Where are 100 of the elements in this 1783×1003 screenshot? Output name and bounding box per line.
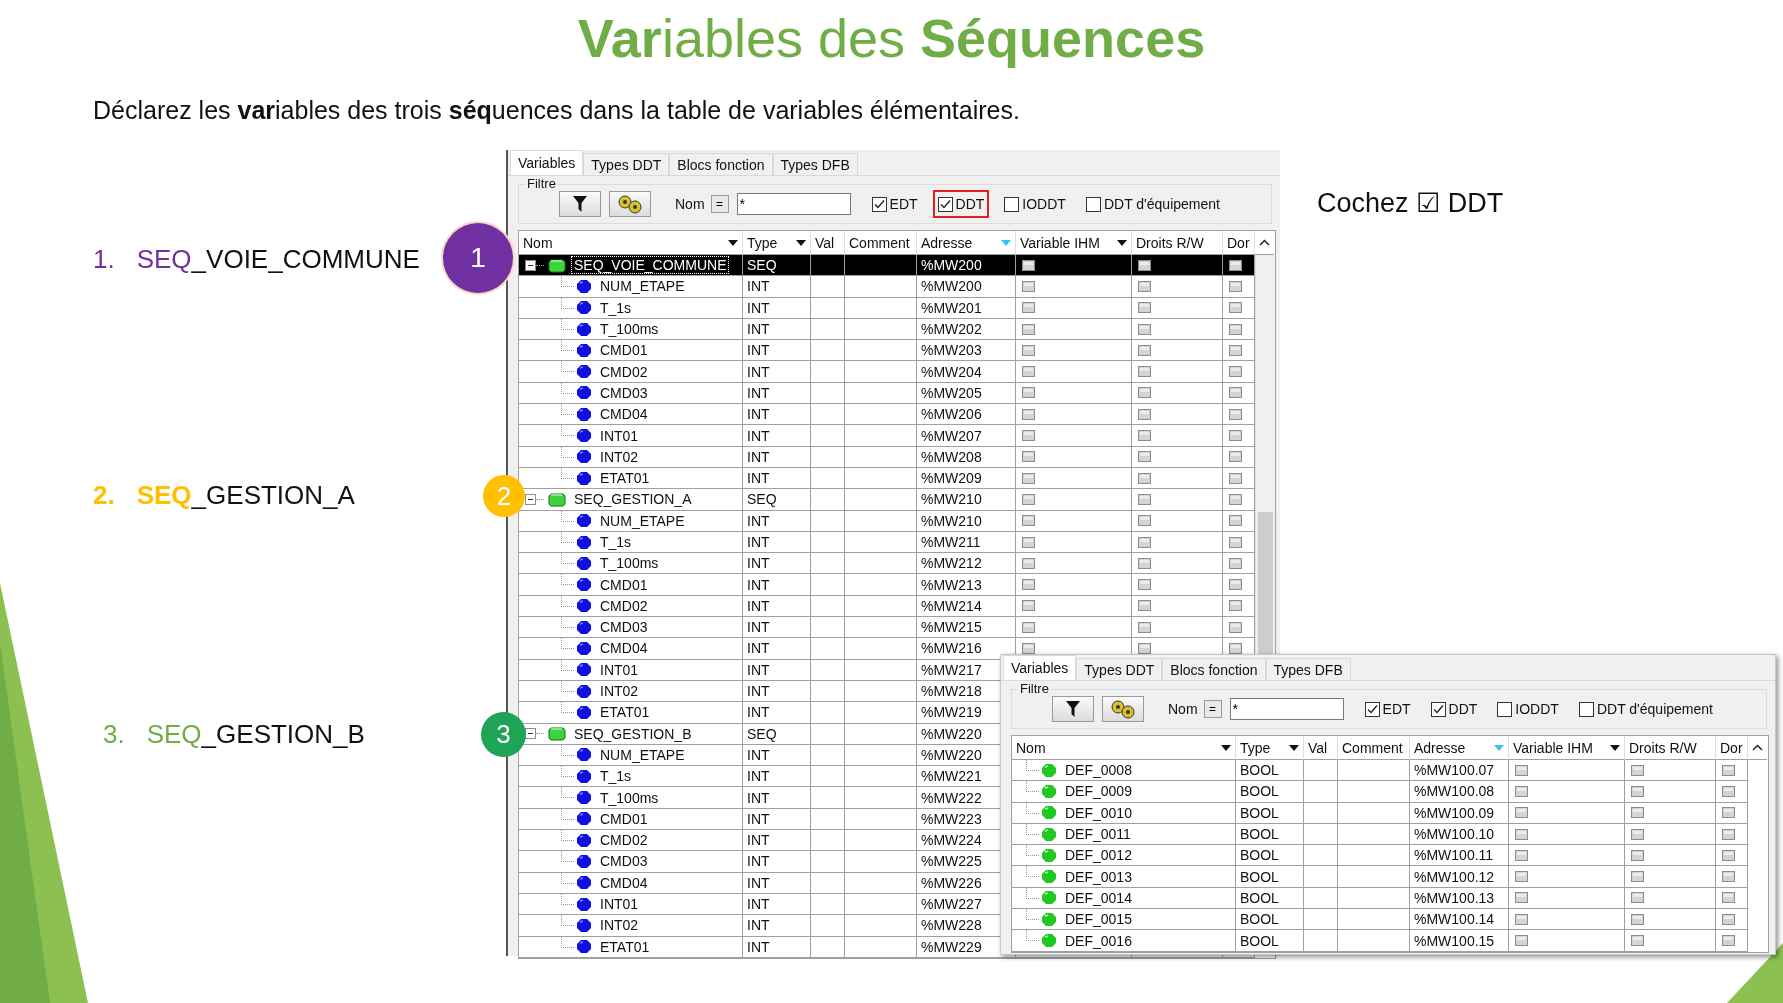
- table-cell: %MW200: [917, 276, 1016, 298]
- table-cell: INT: [743, 361, 811, 383]
- tab[interactable]: Types DDT: [583, 153, 670, 175]
- tab[interactable]: Types DFB: [772, 153, 858, 175]
- table-cell: INT: [743, 318, 811, 341]
- table-cell-text: T_1s: [599, 534, 633, 550]
- checkbox-icon: [1138, 557, 1151, 569]
- operator-button[interactable]: =: [1203, 700, 1222, 718]
- gears-button[interactable]: [609, 191, 651, 217]
- field-label: Nom: [1168, 701, 1198, 717]
- checkbox-icon: [1229, 600, 1242, 612]
- checkbox-icon: [1022, 366, 1035, 378]
- table-cell-text: DEF_0011: [1064, 826, 1132, 843]
- table-cell-text: ETAT01: [599, 470, 651, 487]
- checkbox-icon: [1631, 849, 1644, 861]
- column-header[interactable]: Comment: [1338, 736, 1410, 760]
- table-cell-text: CMD04: [599, 406, 649, 423]
- checkbox-icon: [1722, 892, 1735, 904]
- checkbox-icon: [1138, 493, 1151, 505]
- table-cell: INT: [743, 276, 811, 298]
- checkbox-icon: [1631, 892, 1644, 904]
- folder-icon: [548, 491, 566, 507]
- collapse-icon[interactable]: [525, 493, 536, 505]
- table-cell-text: CMD02: [599, 363, 649, 380]
- table-cell: BOOL: [1236, 930, 1304, 952]
- gears-button[interactable]: [1102, 696, 1144, 722]
- filter-button[interactable]: [559, 191, 601, 217]
- empty-cell: [1304, 866, 1338, 888]
- table-cell: SEQ_VOIE_COMMUNE: [572, 257, 729, 274]
- checkbox-icon: [1515, 764, 1528, 776]
- column-header[interactable]: Type: [1236, 736, 1304, 760]
- table-cell-text: T_1s: [599, 768, 633, 785]
- empty-cell: [811, 638, 845, 660]
- checkbox-icon: [1138, 408, 1151, 420]
- name-filter-field[interactable]: *: [1229, 698, 1344, 720]
- checkbox[interactable]: [1364, 701, 1380, 717]
- empty-cell: [811, 787, 845, 809]
- table-cell-text: SEQ_GESTION_B: [573, 725, 693, 742]
- tab[interactable]: Blocs fonction: [669, 153, 773, 175]
- table-cell: SEQ: [743, 723, 811, 745]
- checkbox[interactable]: [1578, 701, 1594, 717]
- table-cell: %MW201: [917, 297, 1016, 319]
- table-cell-text: DEF_0013: [1064, 868, 1133, 885]
- table-cell: INT: [743, 872, 811, 894]
- table-cell: INT: [743, 467, 811, 490]
- checkbox[interactable]: [937, 196, 953, 212]
- table-cell: INT: [743, 617, 811, 639]
- table-cell-text: DEF_0012: [1064, 847, 1133, 864]
- table-cell-text: CMD04: [599, 874, 649, 891]
- checkbox-icon: [1631, 913, 1644, 925]
- filter-button[interactable]: [1052, 696, 1094, 722]
- name-filter-field[interactable]: *: [736, 193, 851, 215]
- table-cell: INT: [743, 787, 811, 809]
- empty-cell: [845, 595, 917, 618]
- checkbox-icon: [1229, 344, 1242, 356]
- table-cell: BOOL: [1236, 845, 1304, 867]
- empty-cell: [811, 744, 845, 767]
- table-cell: INT: [743, 531, 811, 554]
- tab[interactable]: Variables: [510, 150, 584, 175]
- checkbox[interactable]: [871, 196, 887, 212]
- checkbox-icon: [1022, 557, 1035, 569]
- checkbox[interactable]: [1430, 701, 1446, 717]
- tab[interactable]: Types DDT: [1076, 658, 1163, 680]
- table-cell: %MW204: [917, 361, 1016, 383]
- collapse-icon[interactable]: [525, 728, 536, 740]
- checkbox-icon: [1722, 935, 1735, 946]
- checkbox-icon: [1229, 536, 1242, 548]
- sequence-name: SEQ_GESTION_B: [146, 719, 365, 750]
- column-header[interactable]: Nom: [1012, 736, 1236, 760]
- column-header[interactable]: Adresse: [1410, 736, 1509, 760]
- list-number: 2.: [93, 480, 115, 511]
- checkbox[interactable]: [1004, 196, 1020, 212]
- table-cell-text: CMD02: [599, 597, 649, 614]
- table-cell: INT: [743, 446, 811, 468]
- checkbox-icon: [1022, 600, 1035, 612]
- empty-cell: [845, 617, 917, 639]
- tab[interactable]: Types DFB: [1265, 658, 1351, 680]
- empty-cell: [811, 404, 845, 426]
- column-header[interactable]: Droits R/W: [1625, 736, 1716, 760]
- column-header[interactable]: Val: [1304, 736, 1338, 760]
- operator-button[interactable]: =: [710, 195, 729, 213]
- checkbox-icon: [1631, 764, 1644, 776]
- checkbox[interactable]: [1085, 196, 1101, 212]
- empty-cell: [845, 510, 917, 532]
- empty-cell: [845, 276, 917, 298]
- field-label: Nom: [675, 196, 705, 212]
- empty-cell: [845, 361, 917, 383]
- column-header[interactable]: Variable IHM: [1509, 736, 1625, 760]
- tab[interactable]: Blocs fonction: [1162, 658, 1266, 680]
- tab[interactable]: Variables: [1003, 655, 1077, 680]
- checkbox-icon: [1022, 408, 1035, 420]
- empty-cell: [845, 574, 917, 596]
- empty-cell: [811, 382, 845, 405]
- checkbox-icon: [1022, 387, 1035, 399]
- checkbox-icon: [1138, 430, 1151, 441]
- checkbox-icon: [1138, 472, 1151, 484]
- checkbox[interactable]: [1497, 701, 1513, 717]
- column-header[interactable]: Dor: [1716, 736, 1748, 760]
- scrollbar-thumb[interactable]: [1258, 512, 1273, 656]
- collapse-icon[interactable]: [525, 259, 536, 271]
